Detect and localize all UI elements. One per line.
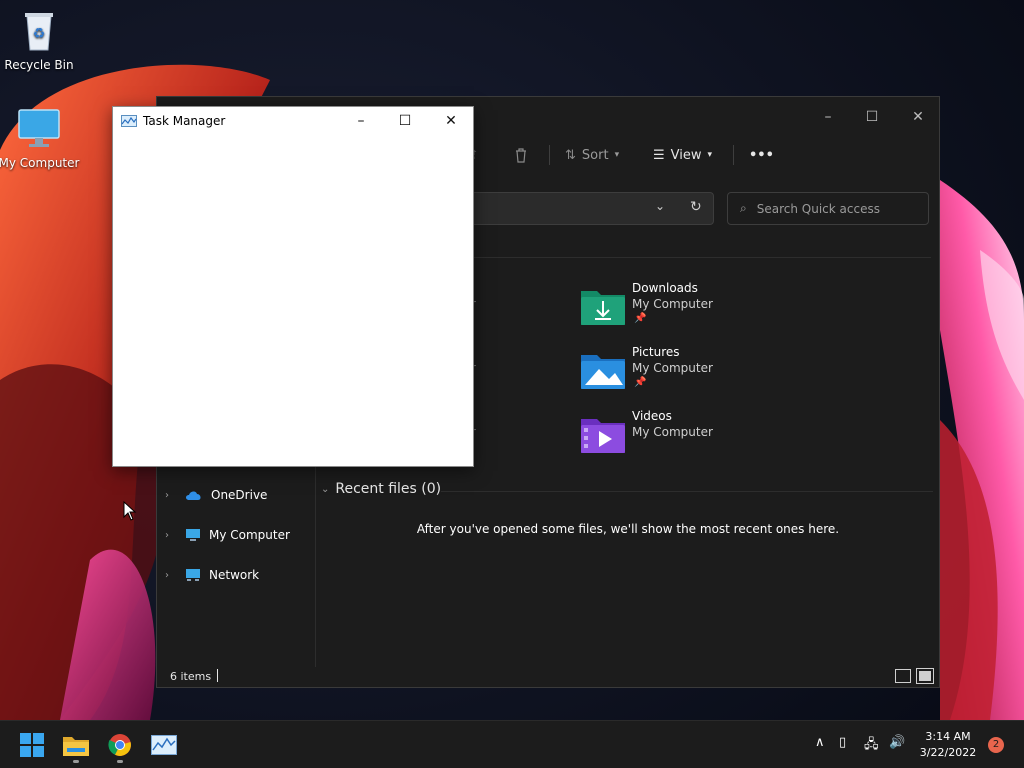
details-view-button[interactable] bbox=[895, 669, 911, 683]
svg-text:♻: ♻ bbox=[33, 26, 46, 42]
status-divider bbox=[217, 669, 218, 682]
desktop-icon-recycle-bin[interactable]: ♻ Recycle Bin bbox=[0, 6, 81, 72]
toolbar-separator bbox=[733, 145, 734, 165]
quick-access-videos[interactable]: Videos My Computer bbox=[581, 409, 781, 465]
show-hidden-icons-chevron-up-icon[interactable]: ∧ bbox=[815, 735, 825, 750]
search-box[interactable]: ⌕ bbox=[727, 192, 929, 225]
section-divider bbox=[441, 491, 933, 492]
quick-access-name: Pictures bbox=[632, 345, 680, 359]
desktop-icon-label: Recycle Bin bbox=[4, 58, 74, 72]
pin-icon: 📌 bbox=[634, 377, 647, 388]
quick-access-pictures[interactable]: Pictures My Computer 📌 bbox=[581, 345, 781, 401]
recycle-bin-icon: ♻ bbox=[15, 6, 63, 54]
nav-item-label: OneDrive bbox=[211, 488, 268, 502]
sort-icon: ⇅ bbox=[565, 147, 576, 163]
taskbar-file-explorer[interactable] bbox=[56, 725, 96, 765]
nav-item-label: Network bbox=[209, 568, 260, 582]
view-label: View bbox=[670, 147, 702, 163]
nav-item-network[interactable]: › Network bbox=[165, 563, 259, 587]
close-button[interactable]: ✕ bbox=[895, 103, 941, 131]
more-icon: ••• bbox=[749, 147, 774, 163]
chevron-right-icon[interactable]: › bbox=[165, 570, 177, 581]
running-indicator bbox=[73, 760, 79, 763]
window-title: Task Manager bbox=[143, 114, 226, 128]
recent-files-header[interactable]: ⌄ Recent files (0) bbox=[321, 481, 441, 497]
running-indicator bbox=[117, 760, 123, 763]
time: 3:14 AM bbox=[925, 730, 971, 743]
trash-icon bbox=[516, 148, 526, 163]
refresh-icon[interactable]: ↻ bbox=[690, 199, 702, 215]
search-input[interactable] bbox=[756, 201, 907, 216]
task-manager-icon bbox=[151, 735, 177, 755]
maximize-button[interactable]: ☐ bbox=[849, 103, 895, 131]
toolbar-separator bbox=[549, 145, 550, 165]
desktop-icon-label: My Computer bbox=[0, 156, 80, 170]
pictures-folder-icon bbox=[581, 355, 625, 389]
quick-access-downloads[interactable]: Downloads My Computer 📌 bbox=[581, 281, 781, 337]
close-button[interactable]: ✕ bbox=[429, 107, 473, 135]
network-icon[interactable]: 🖧 bbox=[864, 735, 879, 757]
nav-item-label: My Computer bbox=[209, 528, 290, 542]
computer-icon bbox=[15, 104, 63, 152]
chevron-right-icon[interactable]: › bbox=[165, 530, 177, 541]
tablet-icon[interactable]: ▯ bbox=[839, 735, 846, 750]
chrome-icon bbox=[108, 734, 131, 756]
file-explorer-icon bbox=[63, 737, 89, 756]
start-button[interactable] bbox=[12, 725, 52, 765]
quick-access-name: Downloads bbox=[632, 281, 698, 295]
chevron-right-icon[interactable]: › bbox=[165, 490, 177, 501]
task-manager-window: Task Manager – ☐ ✕ bbox=[112, 106, 474, 467]
date: 3/22/2022 bbox=[919, 746, 977, 759]
mouse-cursor-icon bbox=[123, 501, 137, 521]
taskbar-chrome[interactable] bbox=[100, 725, 140, 765]
desktop-icon-my-computer[interactable]: My Computer bbox=[0, 104, 81, 170]
network-icon bbox=[186, 569, 200, 581]
chevron-down-icon: ⌄ bbox=[321, 483, 330, 495]
item-count: 6 items bbox=[170, 670, 212, 683]
clock[interactable]: 3:14 AM 3/22/2022 bbox=[910, 729, 986, 761]
delete-button[interactable] bbox=[513, 141, 529, 169]
minimize-button[interactable]: – bbox=[339, 107, 383, 135]
status-bar: 6 items bbox=[157, 667, 939, 687]
recent-files-label: Recent files (0) bbox=[335, 481, 442, 497]
taskbar-task-manager[interactable] bbox=[144, 725, 184, 765]
quick-access-location: My Computer bbox=[632, 297, 713, 311]
sort-label: Sort bbox=[581, 147, 609, 163]
tiles-view-button[interactable] bbox=[916, 668, 934, 684]
minimize-button[interactable]: – bbox=[805, 103, 851, 131]
sort-button[interactable]: ⇅ Sort ▾ bbox=[565, 141, 619, 169]
address-bar[interactable]: ⌄ ↻ bbox=[457, 192, 714, 225]
videos-folder-icon bbox=[581, 419, 625, 453]
downloads-folder-icon bbox=[581, 291, 625, 325]
view-icon: ☰ bbox=[653, 147, 665, 163]
quick-access-location: My Computer bbox=[632, 425, 713, 439]
task-manager-icon bbox=[121, 115, 137, 127]
nav-item-onedrive[interactable]: › OneDrive bbox=[165, 483, 267, 507]
onedrive-icon bbox=[186, 491, 201, 500]
address-dropdown-icon[interactable]: ⌄ bbox=[655, 199, 665, 213]
nav-item-my-computer[interactable]: › My Computer bbox=[165, 523, 290, 547]
computer-icon bbox=[186, 529, 200, 541]
title-bar[interactable]: Task Manager – ☐ ✕ bbox=[113, 107, 473, 135]
see-more-button[interactable]: ••• bbox=[749, 141, 774, 169]
pin-icon: 📌 bbox=[634, 313, 647, 324]
quick-access-name: Videos bbox=[632, 409, 672, 423]
chevron-down-icon: ▾ bbox=[707, 150, 713, 160]
notification-badge[interactable]: 2 bbox=[988, 737, 1004, 753]
navigation-pane: › OneDrive › My Computer › Network bbox=[157, 477, 315, 667]
start-icon bbox=[20, 733, 44, 757]
quick-access-location: My Computer bbox=[632, 361, 713, 375]
view-button[interactable]: ☰ View ▾ bbox=[653, 141, 712, 169]
taskbar: ∧ ▯ 🖧 🔊 3:14 AM 3/22/2022 2 bbox=[0, 720, 1024, 768]
chevron-down-icon: ▾ bbox=[614, 150, 620, 160]
search-icon: ⌕ bbox=[740, 201, 747, 215]
recent-files-empty-message: After you've opened some files, we'll sh… bbox=[416, 522, 840, 536]
maximize-button[interactable]: ☐ bbox=[383, 107, 427, 135]
volume-icon[interactable]: 🔊 bbox=[889, 735, 905, 750]
